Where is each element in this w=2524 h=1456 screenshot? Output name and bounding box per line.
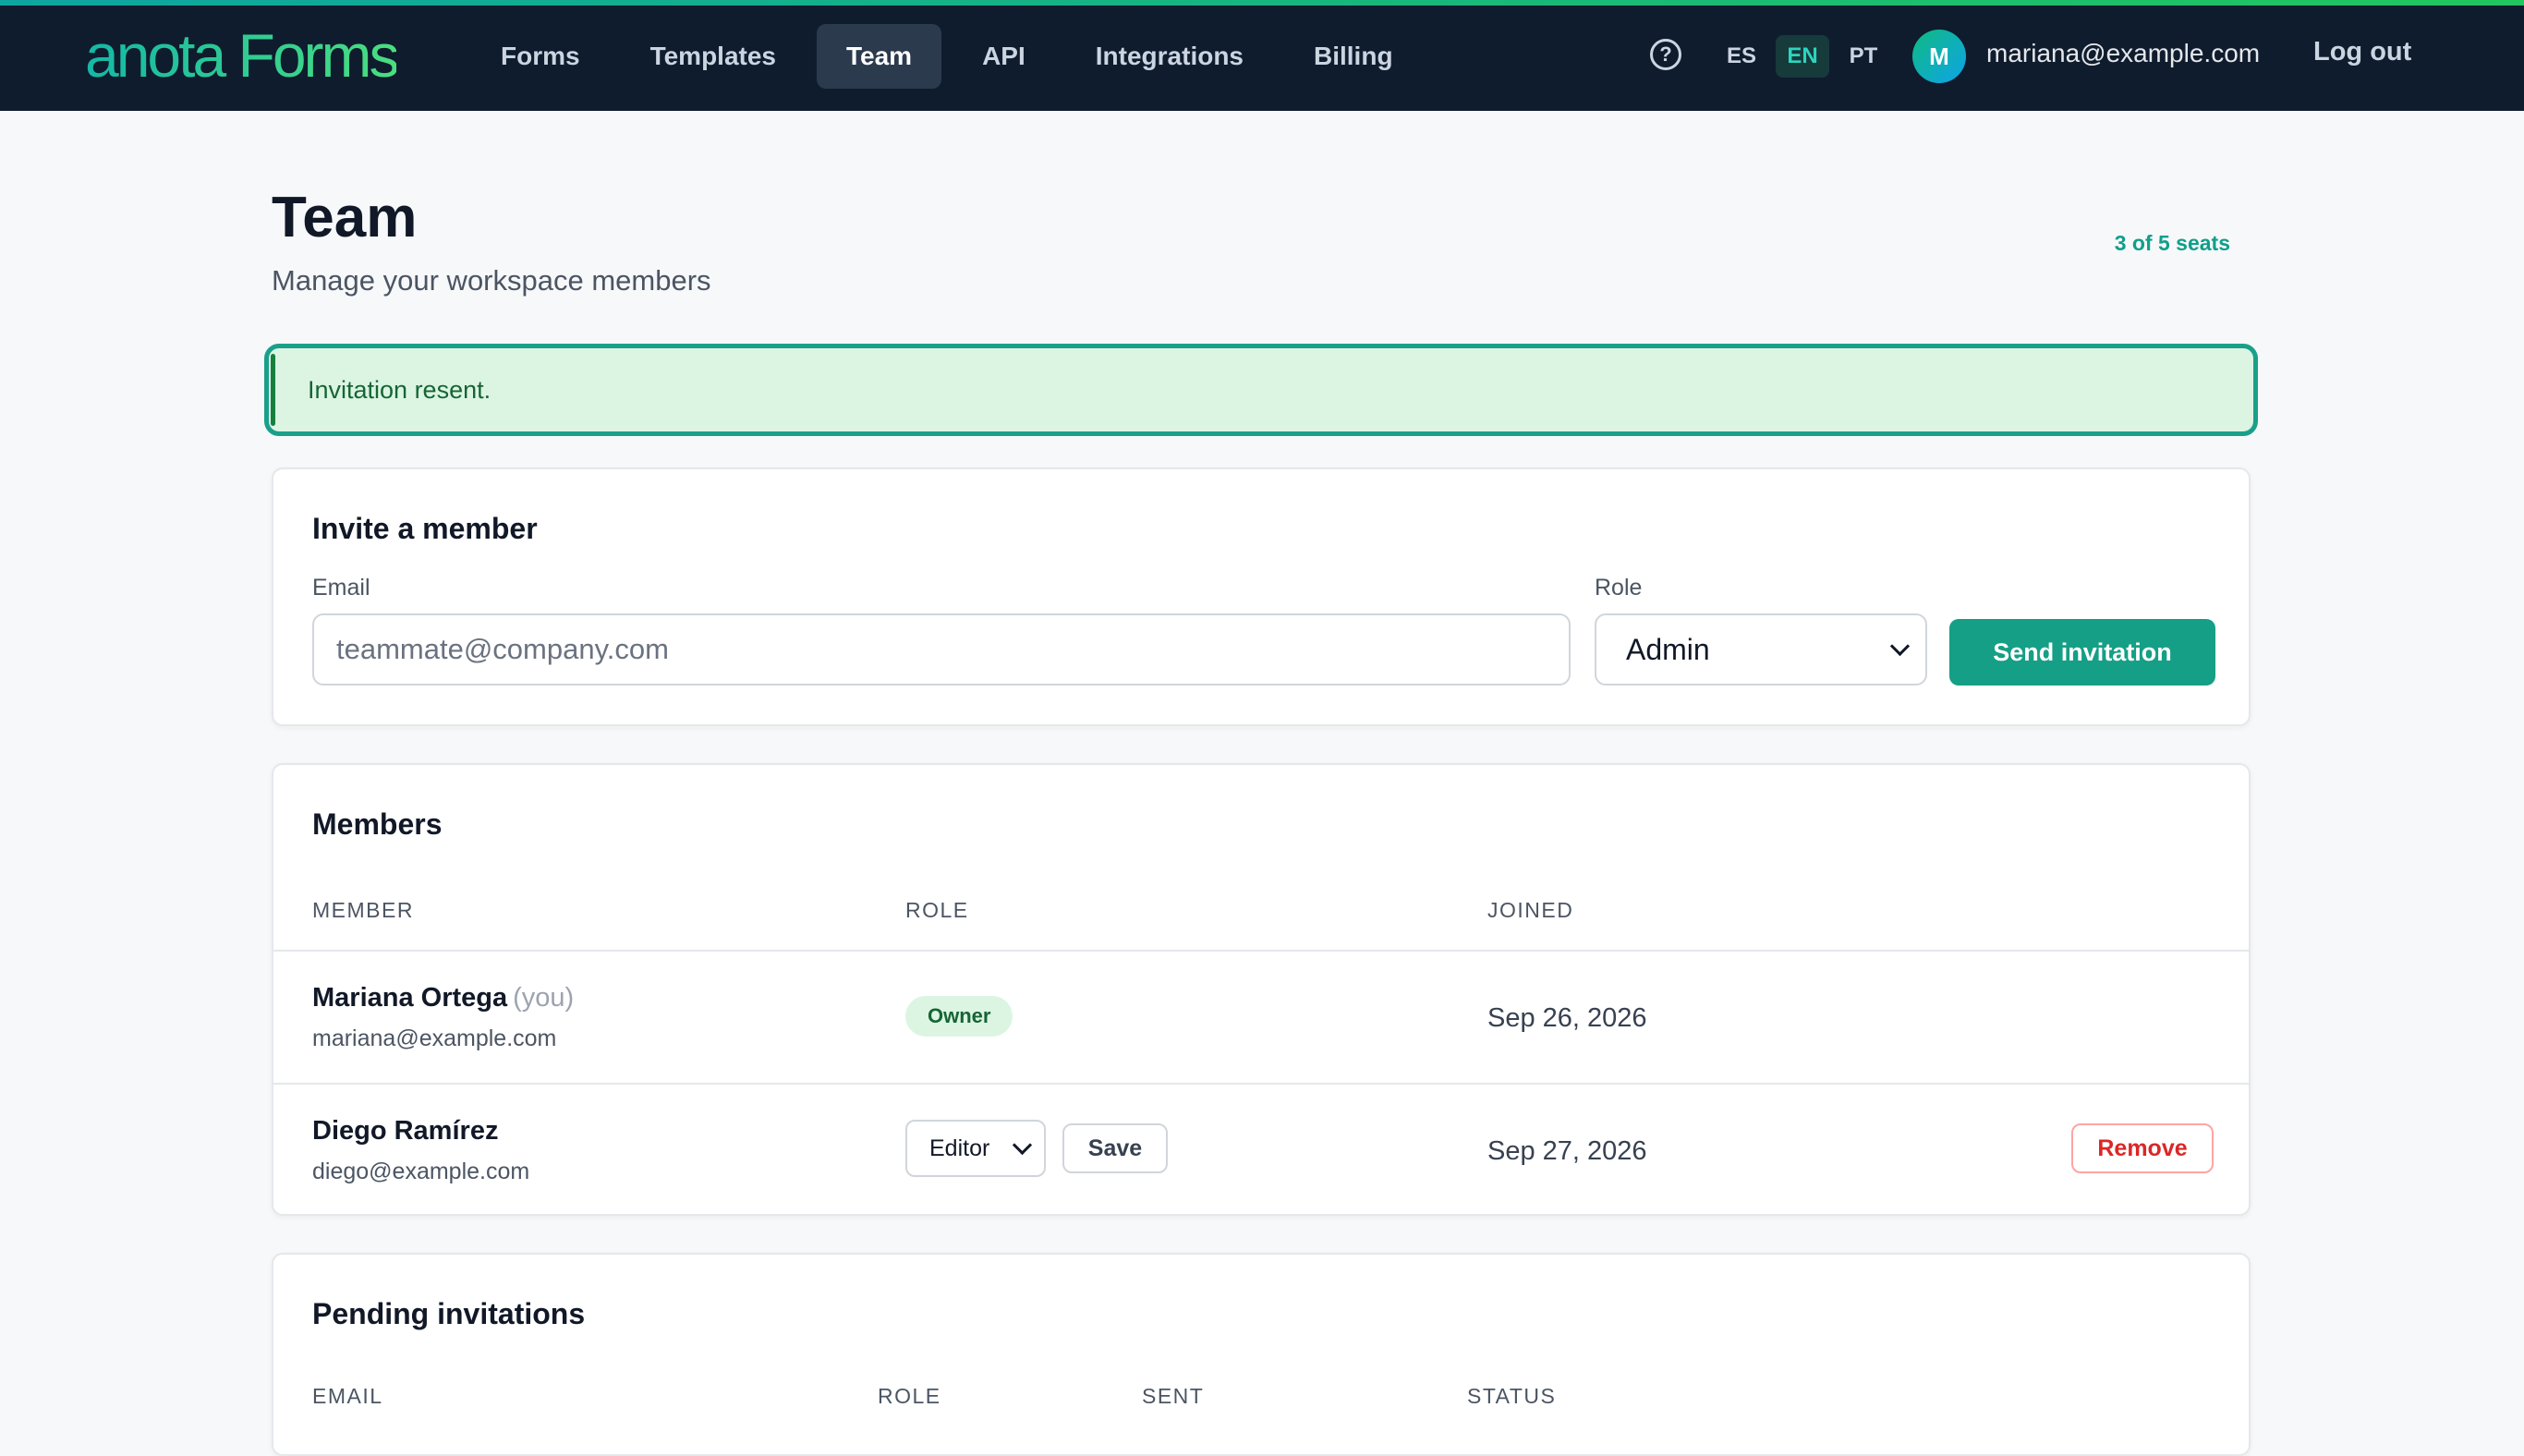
member-name-text: Mariana Ortega: [312, 983, 508, 1013]
remove-member-button[interactable]: Remove: [2071, 1123, 2214, 1173]
help-icon[interactable]: ?: [1650, 39, 1681, 70]
member-email: diego@example.com: [312, 1159, 530, 1184]
top-navigation-bar: anota Forms Forms Templates Team API Int…: [0, 0, 2524, 111]
pending-card-title: Pending invitations: [312, 1297, 586, 1330]
send-invitation-button[interactable]: Send invitation: [1949, 619, 2215, 686]
members-card-title: Members: [312, 807, 443, 841]
column-header-joined: JOINED: [1487, 898, 1574, 922]
chevron-down-icon: [1889, 636, 1911, 656]
language-es[interactable]: ES: [1715, 35, 1768, 78]
member-name: Diego Ramírez: [312, 1116, 499, 1146]
language-en[interactable]: EN: [1776, 35, 1829, 78]
main-nav: Forms Templates Team API Integrations Bi…: [471, 24, 1423, 89]
nav-item-templates[interactable]: Templates: [621, 24, 806, 89]
column-header-role: ROLE: [905, 898, 969, 922]
nav-item-api[interactable]: API: [953, 24, 1055, 89]
top-accent-stripe: [0, 0, 2524, 6]
language-switcher: ES EN PT: [1715, 35, 1890, 78]
table-header-divider: [273, 950, 2249, 952]
member-role-select[interactable]: Editor: [905, 1120, 1046, 1177]
invite-card-title: Invite a member: [312, 512, 538, 545]
nav-item-integrations[interactable]: Integrations: [1066, 24, 1273, 89]
page-subtitle: Manage your workspace members: [272, 264, 711, 297]
alert-message: Invitation resent.: [308, 375, 491, 404]
user-avatar[interactable]: M: [1912, 30, 1966, 83]
pending-invitations-card: Pending invitations EMAIL ROLE SENT STAT…: [272, 1253, 2251, 1456]
member-name: Mariana Ortega (you): [312, 983, 574, 1013]
member-email: mariana@example.com: [312, 1025, 557, 1051]
role-label: Role: [1595, 575, 1643, 601]
logout-button[interactable]: Log out: [2313, 37, 2411, 67]
page-title: Team: [272, 186, 418, 249]
save-role-button[interactable]: Save: [1062, 1123, 1168, 1173]
column-header-role: ROLE: [878, 1384, 941, 1408]
owner-role-badge: Owner: [905, 996, 1013, 1037]
members-card: Members MEMBER ROLE JOINED Mariana Orteg…: [272, 763, 2251, 1216]
you-tag: (you): [513, 983, 575, 1013]
column-header-status: STATUS: [1467, 1384, 1557, 1408]
invite-member-card: Invite a member Email Role Admin Send in…: [272, 467, 2251, 726]
member-role-value: Editor: [929, 1134, 990, 1161]
language-pt[interactable]: PT: [1837, 35, 1890, 78]
column-header-sent: SENT: [1142, 1384, 1205, 1408]
user-email[interactable]: mariana@example.com: [1986, 39, 2260, 68]
seat-usage-indicator: 3 of 5 seats: [2114, 231, 2230, 255]
chevron-down-icon: [1012, 1134, 1033, 1155]
row-divider: [273, 1083, 2249, 1085]
invite-email-input[interactable]: [312, 613, 1571, 686]
nav-item-team[interactable]: Team: [817, 24, 942, 89]
success-alert: Invitation resent.: [264, 344, 2258, 436]
app-logo[interactable]: anota Forms: [85, 22, 399, 89]
member-joined-date: Sep 26, 2026: [1487, 1003, 1647, 1033]
invite-role-select[interactable]: Admin: [1595, 613, 1927, 686]
nav-item-forms[interactable]: Forms: [471, 24, 610, 89]
member-joined-date: Sep 27, 2026: [1487, 1136, 1647, 1166]
column-header-email: EMAIL: [312, 1384, 383, 1408]
email-label: Email: [312, 575, 370, 601]
invite-role-value: Admin: [1626, 632, 1710, 666]
nav-item-billing[interactable]: Billing: [1284, 24, 1423, 89]
column-header-member: MEMBER: [312, 898, 414, 922]
